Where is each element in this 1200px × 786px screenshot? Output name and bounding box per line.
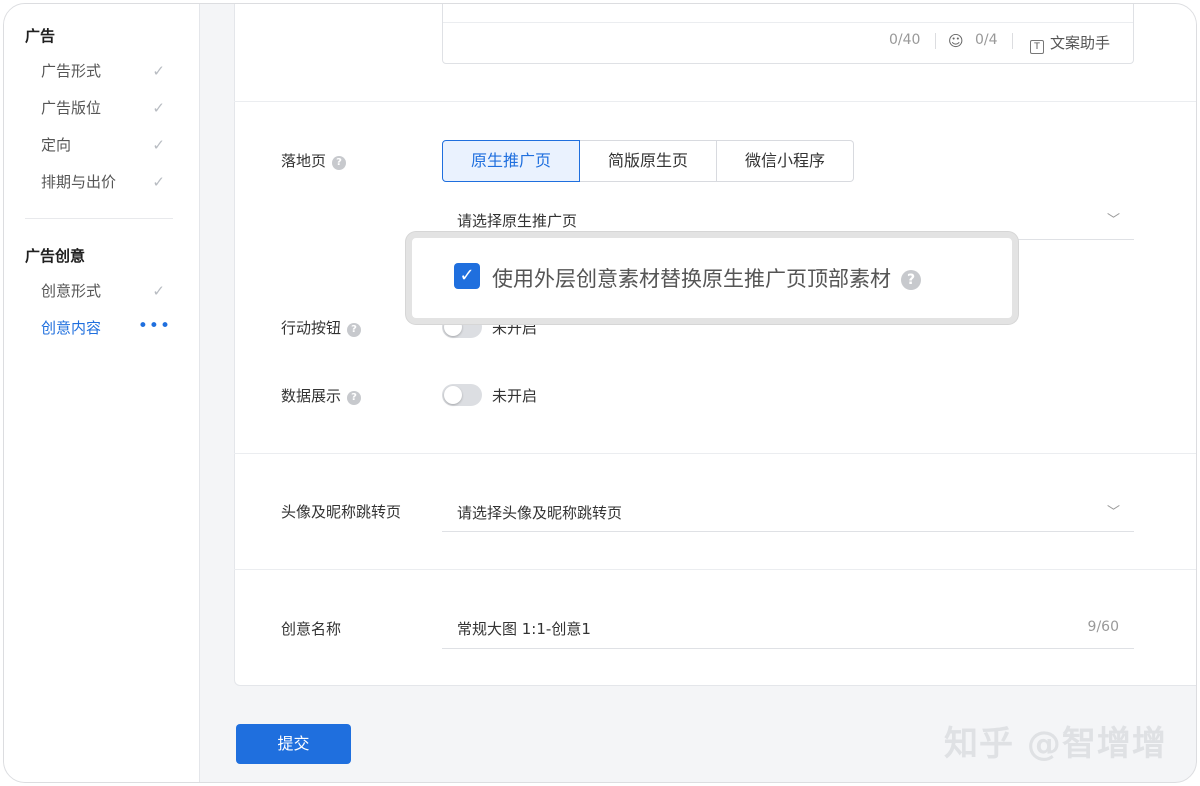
section-divider: [234, 453, 1196, 454]
tab-simple-native[interactable]: 简版原生页: [580, 140, 717, 182]
check-icon: ✓: [152, 62, 165, 80]
creative-name-input[interactable]: 常规大图 1:1-创意1 9/60: [442, 609, 1134, 649]
chevron-down-icon: ﹀: [1106, 505, 1120, 520]
select-placeholder: 请选择头像及昵称跳转页: [457, 504, 623, 522]
help-icon[interactable]: ?: [332, 156, 347, 170]
watermark: 知乎 @智增增: [944, 724, 1167, 764]
sidebar-item-ad-format[interactable]: 广告形式 ✓: [41, 59, 171, 83]
copy-assistant-label: 文案助手: [1050, 34, 1111, 52]
help-icon[interactable]: ?: [347, 391, 362, 405]
app-frame: 广告 广告形式 ✓ 广告版位 ✓ 定向 ✓ 排期与出价 ✓ 广告创意 创意形式 …: [3, 3, 1197, 783]
replace-material-text: 使用外层创意素材替换原生推广页顶部素材: [492, 267, 891, 291]
sidebar-item-label: 定向: [41, 136, 72, 154]
emoji-counter: 0/4: [975, 32, 998, 48]
sidebar-item-creative-format[interactable]: 创意形式 ✓: [41, 279, 171, 303]
sidebar-item-ad-placement[interactable]: 广告版位 ✓: [41, 96, 171, 120]
landing-page-label-text: 落地页: [281, 152, 327, 170]
avatar-jump-label: 头像及昵称跳转页: [281, 503, 402, 521]
sidebar-item-label: 广告版位: [41, 99, 102, 117]
textarea-divider: [443, 22, 1133, 23]
data-display-label-text: 数据展示: [281, 387, 342, 405]
avatar-jump-select[interactable]: 请选择头像及昵称跳转页 ﹀: [442, 494, 1134, 532]
data-display-label: 数据展示?: [281, 385, 362, 406]
landing-page-label: 落地页?: [281, 150, 347, 171]
sidebar-item-targeting[interactable]: 定向 ✓: [41, 133, 171, 157]
tab-mini-program[interactable]: 微信小程序: [717, 140, 854, 182]
section-divider: [234, 101, 1196, 102]
form-card: [234, 4, 1196, 686]
toggle-knob: [444, 386, 462, 404]
check-icon: ✓: [152, 282, 165, 300]
replace-material-label: 使用外层创意素材替换原生推广页顶部素材?: [492, 263, 921, 293]
char-counter: 0/40: [889, 32, 921, 48]
sidebar-item-label: 广告形式: [41, 62, 102, 80]
char-counter: 9/60: [1087, 619, 1119, 635]
text-icon: T: [1030, 40, 1044, 54]
toolbar-divider: [935, 33, 936, 49]
sidebar-item-label: 排期与出价: [41, 173, 117, 191]
chevron-down-icon: ﹀: [1106, 213, 1120, 228]
action-button-label: 行动按钮?: [281, 317, 362, 338]
toolbar-divider: [1012, 33, 1013, 49]
data-display-toggle[interactable]: [442, 384, 482, 406]
sidebar-item-creative-content[interactable]: 创意内容 •••: [41, 316, 171, 340]
landing-type-tabs: 原生推广页 简版原生页 微信小程序: [442, 140, 854, 182]
creative-name-label: 创意名称: [281, 620, 342, 638]
action-button-label-text: 行动按钮: [281, 319, 342, 337]
replace-material-checkbox[interactable]: ✓: [454, 263, 480, 289]
section-divider: [234, 569, 1196, 570]
sidebar-group-creative: 广告创意: [25, 247, 86, 265]
sidebar-item-schedule-bid[interactable]: 排期与出价 ✓: [41, 170, 171, 194]
creative-name-value: 常规大图 1:1-创意1: [457, 620, 591, 638]
sidebar-divider: [25, 218, 173, 219]
sidebar-group-ad: 广告: [25, 27, 56, 45]
tab-native-landing[interactable]: 原生推广页: [442, 140, 580, 182]
submit-button[interactable]: 提交: [236, 724, 351, 764]
sidebar-item-label: 创意形式: [41, 282, 102, 300]
check-icon: ✓: [152, 136, 165, 154]
sidebar-item-label: 创意内容: [41, 319, 102, 337]
help-icon[interactable]: ?: [347, 323, 362, 337]
more-dots-icon: •••: [137, 316, 171, 336]
toggle-state-text: 未开启: [492, 387, 538, 405]
copy-textarea[interactable]: 0/40 ☺ 0/4 T 文案助手: [442, 4, 1134, 64]
check-icon: ✓: [152, 173, 165, 191]
sidebar-nav: 广告 广告形式 ✓ 广告版位 ✓ 定向 ✓ 排期与出价 ✓ 广告创意 创意形式 …: [4, 4, 200, 782]
copy-assistant-button[interactable]: T 文案助手: [1030, 32, 1110, 54]
check-icon: ✓: [152, 99, 165, 117]
highlight-callout: ✓ 使用外层创意素材替换原生推广页顶部素材?: [406, 232, 1018, 324]
select-placeholder: 请选择原生推广页: [457, 212, 578, 230]
help-icon[interactable]: ?: [901, 270, 921, 290]
emoji-icon[interactable]: ☺: [948, 32, 964, 50]
